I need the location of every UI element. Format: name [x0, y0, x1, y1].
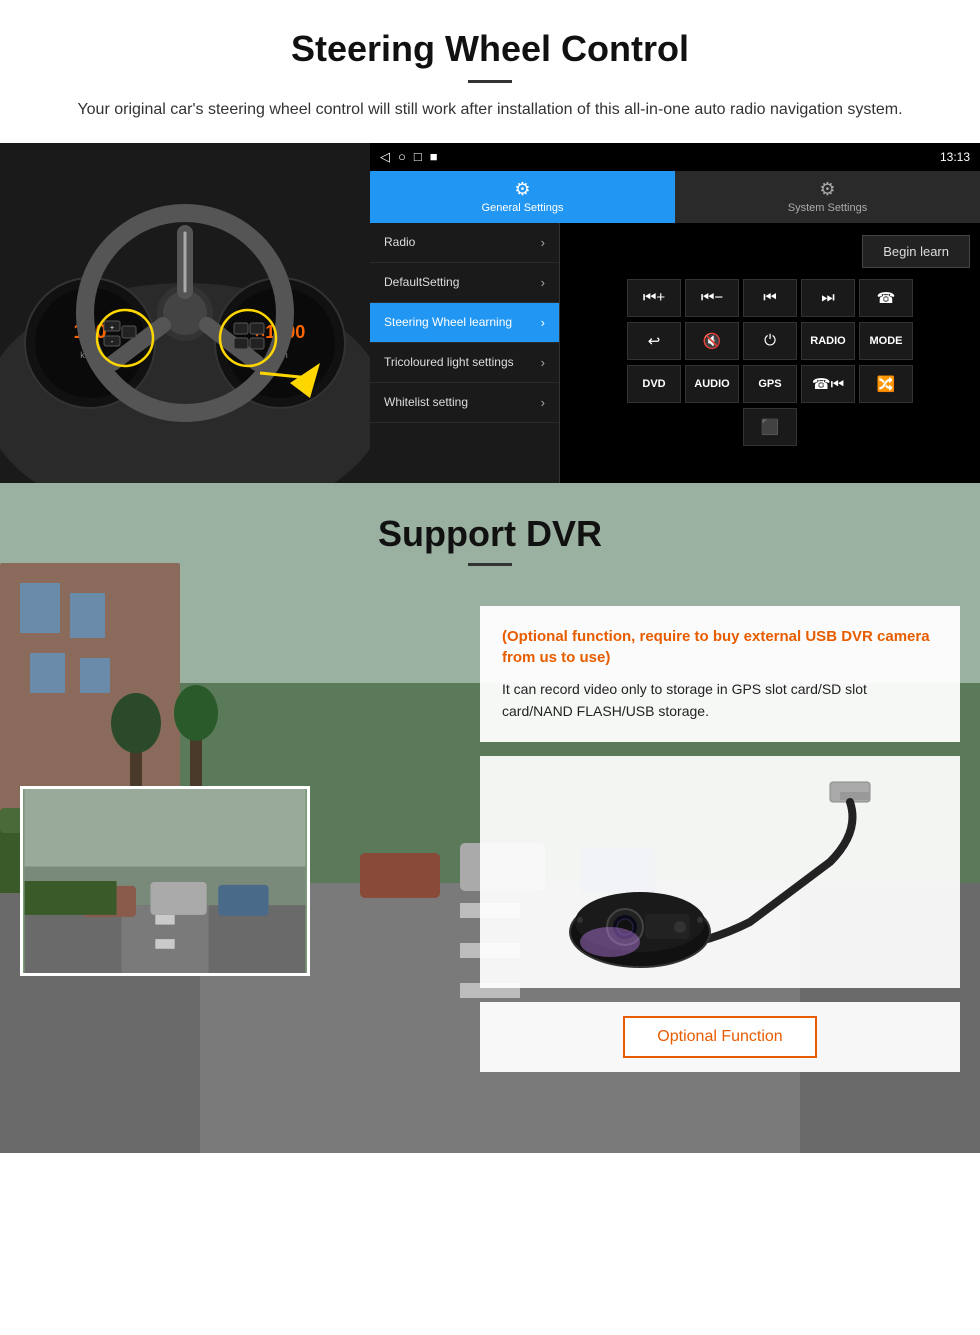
- vol-down-btn[interactable]: ⏮−: [685, 279, 739, 317]
- menu-steering-label: Steering Wheel learning: [384, 315, 512, 329]
- page-title: Steering Wheel Control: [60, 28, 920, 70]
- phone-prev-btn[interactable]: ☎⏮: [801, 365, 855, 403]
- phone-btn[interactable]: ☎: [859, 279, 913, 317]
- dvr-content: Support DVR: [0, 483, 980, 1093]
- dvr-title: Support DVR: [20, 513, 960, 555]
- vol-up-btn[interactable]: ⏮+: [627, 279, 681, 317]
- chevron-right-icon: ›: [541, 275, 545, 290]
- dvr-left-panel: [20, 606, 480, 1056]
- menu-item-radio[interactable]: Radio ›: [370, 223, 559, 263]
- menu-item-steering[interactable]: Steering Wheel learning ›: [370, 303, 559, 343]
- gps-btn[interactable]: GPS: [743, 365, 797, 403]
- menu-tricolour-label: Tricoloured light settings: [384, 355, 514, 369]
- home-icon: ○: [398, 149, 406, 164]
- chevron-right-icon: ›: [541, 315, 545, 330]
- controls-row-3: DVD AUDIO GPS ☎⏮ 🔀: [566, 365, 974, 403]
- shuffle-next-btn[interactable]: 🔀: [859, 365, 913, 403]
- menu-whitelist-label: Whitelist setting: [384, 395, 468, 409]
- back-icon: ◁: [380, 149, 390, 165]
- panel-body: Radio › DefaultSetting › Steering Wheel …: [370, 223, 980, 483]
- menu-icon: ■: [430, 149, 438, 164]
- prev-btn[interactable]: ⏮: [743, 279, 797, 317]
- dvr-description-text: It can record video only to storage in G…: [502, 678, 938, 723]
- dvr-right-panel: (Optional function, require to buy exter…: [480, 606, 960, 1073]
- system-icon: ⚙: [819, 179, 835, 200]
- status-bar: ◁ ○ □ ■ 13:13: [370, 143, 980, 171]
- dvr-inset-image: [20, 786, 310, 976]
- svg-text:+: +: [110, 325, 114, 332]
- begin-learn-button[interactable]: Begin learn: [862, 235, 970, 268]
- menu-item-default[interactable]: DefaultSetting ›: [370, 263, 559, 303]
- hangup-btn[interactable]: ↩: [627, 322, 681, 360]
- chevron-right-icon: ›: [541, 395, 545, 410]
- extra-btn[interactable]: ⬛: [743, 408, 797, 446]
- steering-wheel-section: 140 km/h ×1000 rpm + -: [0, 143, 980, 483]
- dvr-header: Support DVR: [0, 483, 980, 586]
- radio-btn[interactable]: RADIO: [801, 322, 855, 360]
- optional-function-box: Optional Function: [480, 1002, 960, 1072]
- dvr-info-box: (Optional function, require to buy exter…: [480, 606, 960, 743]
- status-time: 13:13: [940, 150, 970, 164]
- subtitle-text: Your original car's steering wheel contr…: [60, 97, 920, 123]
- dvr-camera-image: [480, 756, 960, 988]
- mode-btn[interactable]: MODE: [859, 322, 913, 360]
- dvr-title-divider: [468, 563, 512, 566]
- menu-radio-label: Radio: [384, 235, 415, 249]
- menu-default-label: DefaultSetting: [384, 275, 459, 289]
- audio-btn[interactable]: AUDIO: [685, 365, 739, 403]
- camera-svg: [550, 772, 890, 972]
- menu-item-whitelist[interactable]: Whitelist setting ›: [370, 383, 559, 423]
- menu-item-tricolour[interactable]: Tricoloured light settings ›: [370, 343, 559, 383]
- dvd-btn[interactable]: DVD: [627, 365, 681, 403]
- tab-system-label: System Settings: [788, 202, 867, 214]
- dvr-optional-text: (Optional function, require to buy exter…: [502, 626, 938, 668]
- controls-row-2: ↩ 🔇 ⏻ RADIO MODE: [566, 322, 974, 360]
- controls-row-4: ⬛: [566, 408, 974, 446]
- chevron-right-icon: ›: [541, 355, 545, 370]
- header-section: Steering Wheel Control Your original car…: [0, 0, 980, 143]
- recent-icon: □: [414, 149, 422, 164]
- optional-function-button[interactable]: Optional Function: [623, 1016, 816, 1058]
- android-panel: ◁ ○ □ ■ 13:13 ⚙ General Settings ⚙ Syste…: [370, 143, 980, 483]
- tab-system-settings[interactable]: ⚙ System Settings: [675, 171, 980, 223]
- begin-learn-row: Begin learn: [566, 229, 974, 274]
- next-btn[interactable]: ⏭: [801, 279, 855, 317]
- mute-btn[interactable]: 🔇: [685, 322, 739, 360]
- controls-row-1: ⏮+ ⏮− ⏮ ⏭ ☎: [566, 279, 974, 317]
- status-icons: ◁ ○ □ ■: [380, 149, 438, 165]
- dvr-section: Support DVR: [0, 483, 980, 1153]
- tab-general-label: General Settings: [482, 202, 564, 214]
- steering-wheel-image: 140 km/h ×1000 rpm + -: [0, 143, 370, 483]
- menu-list: Radio › DefaultSetting › Steering Wheel …: [370, 223, 560, 483]
- title-divider: [468, 80, 512, 83]
- controls-panel: Begin learn ⏮+ ⏮− ⏮ ⏭ ☎ ↩ 🔇 ⏻ RADIO MODE: [560, 223, 980, 483]
- dvr-body: (Optional function, require to buy exter…: [0, 586, 980, 1093]
- settings-tabs: ⚙ General Settings ⚙ System Settings: [370, 171, 980, 223]
- gear-icon: ⚙: [514, 179, 530, 200]
- tab-general-settings[interactable]: ⚙ General Settings: [370, 171, 675, 223]
- power-btn[interactable]: ⏻: [743, 322, 797, 360]
- chevron-right-icon: ›: [541, 235, 545, 250]
